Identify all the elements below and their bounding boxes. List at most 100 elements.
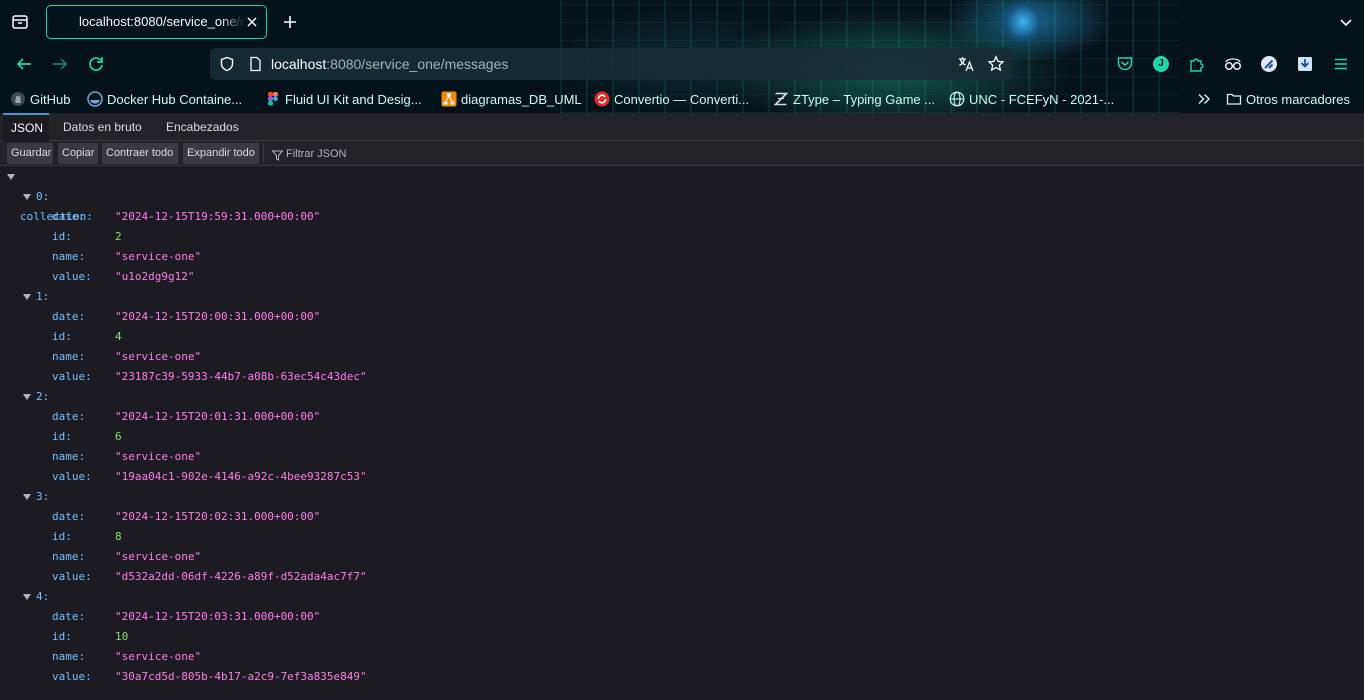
url-bar[interactable]: localhost:8080/service_one/messages — [210, 48, 1012, 80]
tree-root-row[interactable]: collection: — [0, 167, 1364, 223]
field-key-date: date: — [52, 410, 86, 423]
bookmark-label: Docker Hub Containe... — [107, 91, 243, 107]
tree-field-row[interactable]: date: "2024-12-15T19:59:31.000+00:00" — [0, 207, 1364, 227]
filter-json-input[interactable] — [286, 143, 686, 164]
tree-index-key: 4: — [36, 590, 50, 603]
bookmark-github[interactable]: GitHub — [10, 89, 70, 109]
bookmark-docker-hub[interactable]: Docker Hub Containe... — [87, 89, 242, 109]
tree-field-row[interactable]: id: 10 — [0, 627, 1364, 647]
tree-field-row[interactable]: name: "service-one" — [0, 647, 1364, 667]
bookmark-unc[interactable]: UNC - FCEFyN - 2021-... — [949, 89, 1114, 109]
account-icon[interactable]: J — [1150, 53, 1172, 75]
expand-toggle-icon[interactable] — [23, 194, 31, 200]
field-value-value: "u1o2dg9g12" — [115, 270, 195, 283]
expand-toggle-icon[interactable] — [7, 174, 15, 180]
tree-item-row[interactable]: 1: — [0, 287, 1364, 307]
field-key-value: value: — [52, 670, 92, 683]
expand-toggle-icon[interactable] — [23, 594, 31, 600]
tab-json[interactable]: JSON — [3, 113, 49, 141]
shield-icon[interactable] — [218, 55, 236, 73]
save-button[interactable]: Guardar — [7, 143, 53, 164]
browser-chrome: localhost:8080/service_one/messages — [0, 0, 1364, 113]
tree-field-row[interactable]: name: "service-one" — [0, 447, 1364, 467]
field-value-date: "2024-12-15T20:02:31.000+00:00" — [115, 510, 321, 523]
tab-raw-data[interactable]: Datos en bruto — [55, 113, 150, 141]
field-value-id: 8 — [115, 530, 122, 543]
figma-icon — [265, 91, 281, 107]
forward-arrow-icon[interactable] — [48, 52, 72, 76]
tree-field-row[interactable]: value: "d532a2dd-06df-4226-a89f-d52ada4ac… — [0, 567, 1364, 587]
field-value-name: "service-one" — [115, 650, 202, 663]
menu-icon[interactable] — [1330, 53, 1352, 75]
field-key-date: date: — [52, 310, 86, 323]
puzzle-icon[interactable] — [1186, 53, 1208, 75]
tree-item-row[interactable]: 3: — [0, 487, 1364, 507]
tree-field-row[interactable]: name: "service-one" — [0, 547, 1364, 567]
tree-field-row[interactable]: date: "2024-12-15T20:03:31.000+00:00" — [0, 607, 1364, 627]
pocket-icon[interactable] — [1114, 53, 1136, 75]
bookmark-diagramas[interactable]: diagramas_DB_UML — [441, 89, 582, 109]
tree-field-row[interactable]: date: "2024-12-15T20:02:31.000+00:00" — [0, 507, 1364, 527]
filter-icon — [271, 148, 284, 161]
tree-field-row[interactable]: value: "19aa04c1-902e-4146-a92c-4bee93287… — [0, 467, 1364, 487]
tab-messages[interactable]: localhost:8080/service_one/messages — [46, 5, 267, 39]
expand-toggle-icon[interactable] — [23, 394, 31, 400]
page-icon[interactable] — [246, 55, 264, 73]
bookmarks-bar: GitHub Docker Hub Containe... Fluid UI K… — [0, 86, 1364, 112]
field-key-id: id: — [52, 530, 72, 543]
field-key-id: id: — [52, 330, 72, 343]
globe-icon — [949, 91, 965, 107]
vpn-icon[interactable] — [1258, 53, 1280, 75]
field-value-date: "2024-12-15T20:03:31.000+00:00" — [115, 610, 321, 623]
tree-field-row[interactable]: id: 4 — [0, 327, 1364, 347]
field-key-value: value: — [52, 570, 92, 583]
back-arrow-icon[interactable] — [12, 52, 36, 76]
tree-item-row[interactable]: 0: — [0, 187, 1364, 207]
expand-toggle-icon[interactable] — [23, 294, 31, 300]
folder-icon — [1226, 91, 1242, 107]
ztype-icon — [773, 91, 789, 107]
close-icon[interactable] — [244, 14, 260, 30]
copy-button[interactable]: Copiar — [58, 143, 98, 164]
tree-field-row[interactable]: date: "2024-12-15T20:01:31.000+00:00" — [0, 407, 1364, 427]
field-key-value: value: — [52, 370, 92, 383]
other-bookmarks-folder[interactable]: Otros marcadores — [1226, 89, 1350, 109]
navigation-bar: localhost:8080/service_one/messages J — [0, 44, 1364, 86]
tree-field-row[interactable]: id: 2 — [0, 227, 1364, 247]
field-key-id: id: — [52, 630, 72, 643]
bookmark-convertio[interactable]: Convertio — Converti... — [594, 89, 749, 109]
tree-field-row[interactable]: date: "2024-12-15T20:00:31.000+00:00" — [0, 307, 1364, 327]
drawio-icon — [441, 91, 457, 107]
chevron-down-icon[interactable] — [1334, 8, 1358, 36]
glasses-icon[interactable] — [1222, 53, 1244, 75]
tree-field-row[interactable]: value: "30a7cd5d-805b-4b17-a2c9-7ef3a835e… — [0, 667, 1364, 687]
new-tab-button[interactable] — [278, 8, 302, 36]
tree-field-row[interactable]: value: "u1o2dg9g12" — [0, 267, 1364, 287]
tree-field-row[interactable]: id: 8 — [0, 527, 1364, 547]
tree-index-key: 1: — [36, 290, 50, 303]
tree-field-row[interactable]: name: "service-one" — [0, 347, 1364, 367]
field-key-value: value: — [52, 470, 92, 483]
tree-item-row[interactable]: 4: — [0, 587, 1364, 607]
bookmark-fluid-ui[interactable]: Fluid UI Kit and Desig... — [265, 89, 422, 109]
expand-all-button[interactable]: Expandir todo — [183, 143, 259, 164]
tab-headers[interactable]: Encabezados — [158, 113, 247, 141]
field-value-value: "30a7cd5d-805b-4b17-a2c9-7ef3a835e849" — [115, 670, 367, 683]
download-icon[interactable] — [1294, 53, 1316, 75]
tree-field-row[interactable]: value: "23187c39-5933-44b7-a08b-63ec54c43… — [0, 367, 1364, 387]
field-value-value: "23187c39-5933-44b7-a08b-63ec54c43dec" — [115, 370, 367, 383]
collapse-all-button[interactable]: Contraer todo — [102, 143, 178, 164]
field-value-name: "service-one" — [115, 550, 202, 563]
bookmark-star-icon[interactable] — [986, 54, 1006, 74]
bookmarks-overflow-button[interactable] — [1196, 89, 1212, 109]
tab-list-icon[interactable] — [6, 8, 34, 36]
tree-item-row[interactable]: 2: — [0, 387, 1364, 407]
bookmark-ztype[interactable]: ZType – Typing Game ... — [773, 89, 935, 109]
tree-field-row[interactable]: id: 6 — [0, 427, 1364, 447]
expand-toggle-icon[interactable] — [23, 494, 31, 500]
bookmark-label: diagramas_DB_UML — [461, 91, 582, 107]
url-text[interactable]: localhost:8080/service_one/messages — [271, 48, 508, 80]
translate-icon[interactable] — [956, 54, 976, 74]
tree-field-row[interactable]: name: "service-one" — [0, 247, 1364, 267]
reload-icon[interactable] — [84, 52, 108, 76]
